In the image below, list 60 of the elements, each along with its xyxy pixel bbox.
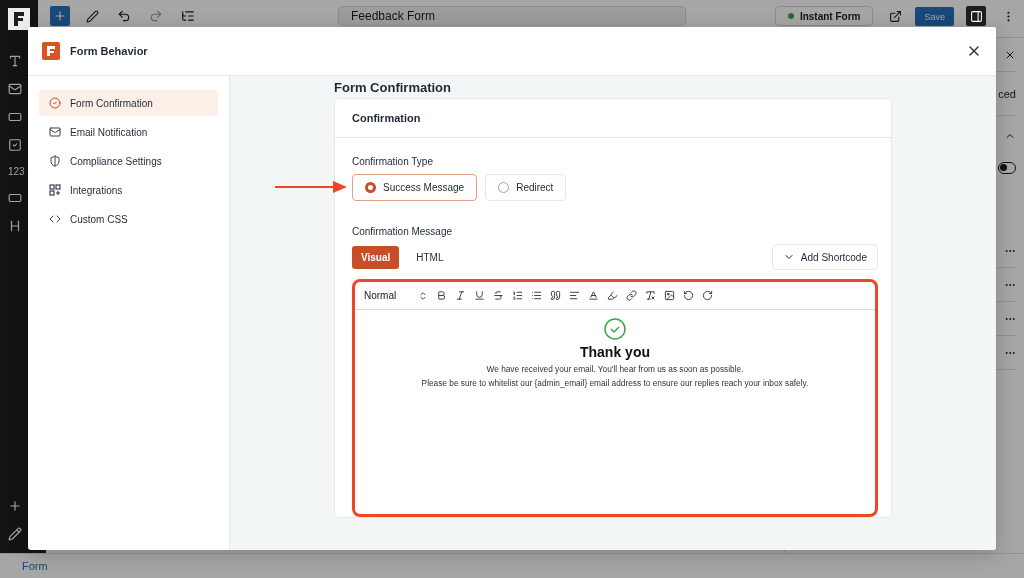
underline-icon[interactable] [474,290,485,301]
undo-icon[interactable] [683,290,694,301]
plus-icon [53,9,67,23]
input-icon[interactable] [8,110,22,124]
bullet-list-icon[interactable] [531,290,542,301]
format-select[interactable]: Normal [364,290,428,301]
bold-icon[interactable] [436,290,447,301]
nav-item[interactable]: Integrations [39,177,218,203]
italic-icon[interactable] [455,290,466,301]
text-icon[interactable] [8,54,22,68]
nav-item[interactable]: Compliance Settings [39,148,218,174]
add-icon[interactable] [8,499,22,513]
check-circle-icon [604,318,626,340]
status-button[interactable]: Instant Form [774,6,874,26]
heading-icon[interactable] [8,219,22,233]
up-down-icon [418,290,428,301]
title-field[interactable]: Feedback Form [338,6,686,26]
radio-option[interactable]: Redirect [485,174,567,201]
nav-item[interactable]: Form Confirmation [39,90,218,116]
message-text: We have received your email. You'll hear from us as soon as possible. [486,364,744,374]
number-label: 123 [8,166,25,177]
text-color-icon[interactable] [588,290,599,301]
shield-icon [49,155,61,167]
message-heading: Thank you [580,344,650,360]
breadcrumb-link[interactable]: Form [22,560,48,572]
align-left-icon[interactable] [569,290,580,301]
checkbox-icon[interactable] [8,138,22,152]
add-shortcode-button[interactable]: Add Shortcode [771,244,878,270]
numbered-list-icon[interactable] [512,290,523,301]
field-label: Confirmation Type [352,156,434,167]
button-icon[interactable] [8,191,22,205]
quote-icon[interactable] [550,290,561,301]
nav-item[interactable]: Email Notification [39,119,218,145]
editor-tab[interactable]: HTML [407,245,453,269]
section-title: Form Confirmation [334,80,452,96]
arrow-annotation [275,181,347,193]
mail-icon [49,126,61,138]
link-icon[interactable] [626,290,637,301]
radio-option[interactable]: Success Message [352,174,478,201]
check-circle-icon [49,97,61,109]
logo-icon [42,42,60,60]
redo-icon[interactable] [702,290,713,301]
modal-title: Form Behavior [70,45,148,57]
clear-format-icon[interactable] [645,290,656,301]
highlight-icon[interactable] [607,290,618,301]
mail-icon[interactable] [8,82,22,96]
field-label: Confirmation Message [352,226,454,237]
message-text: Please be sure to whitelist our {admin_email} email address to ensure our replies reach your inbox safely. [421,378,809,388]
pencil-icon[interactable] [8,527,22,541]
save-button[interactable]: Save [915,7,954,26]
rich-text-editor[interactable]: Normal Thank you We have received your email. You'll hear from us as soon as possible. Please be sure to whitelist our {admin_email} email address to ensure our replies reach your inbox safely. [352,279,878,517]
nav-item[interactable]: Custom CSS [39,206,218,232]
grid-plus-icon [49,184,61,196]
strikethrough-icon[interactable] [493,290,504,301]
editor-tab[interactable]: Visual [352,245,400,269]
panel-icon[interactable] [966,6,986,26]
card-title: Confirmation [352,112,421,124]
image-icon[interactable] [664,290,675,301]
tab-label[interactable]: ced [998,87,1016,100]
code-icon [49,213,61,225]
